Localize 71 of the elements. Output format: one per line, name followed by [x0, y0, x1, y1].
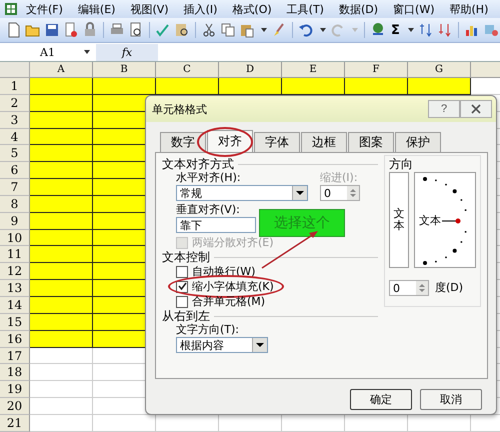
group-heading: 文本控制: [162, 248, 210, 266]
dropdown[interactable]: 靠下: [176, 217, 256, 233]
menu-item[interactable]: 格式(O): [224, 2, 279, 16]
row-header[interactable]: 8: [0, 196, 30, 213]
dropdown[interactable]: 根据内容: [176, 337, 268, 353]
checkbox-label: 两端分散对齐(E): [192, 235, 274, 250]
tab[interactable]: 图案: [348, 132, 394, 152]
tab[interactable]: 字体: [254, 132, 300, 152]
column-header[interactable]: D: [219, 62, 282, 78]
column-header[interactable]: A: [30, 62, 93, 78]
row-header[interactable]: 16: [0, 330, 30, 348]
tab[interactable]: 对齐: [207, 130, 253, 152]
orientation-dial[interactable]: 文本: [414, 172, 476, 268]
row-header[interactable]: 20: [0, 398, 30, 415]
cell-reference: A1: [39, 46, 55, 58]
help-button[interactable]: ?: [428, 100, 460, 118]
row-header[interactable]: 2: [0, 94, 30, 112]
row-header[interactable]: 18: [0, 364, 30, 382]
column-header[interactable]: F: [345, 62, 408, 78]
row-header[interactable]: 9: [0, 212, 30, 230]
ok-button[interactable]: 确定: [350, 389, 412, 410]
row-header[interactable]: 7: [0, 179, 30, 196]
row-header[interactable]: 13: [0, 280, 30, 297]
column-header[interactable]: B: [93, 62, 156, 78]
dial-text: 文本: [419, 213, 441, 228]
field-label: 缩进(I):: [320, 171, 359, 185]
checkbox-label: 合并单元格(M): [192, 294, 266, 309]
menu-item[interactable]: 帮助(H): [442, 2, 496, 16]
row-header[interactable]: 3: [0, 112, 30, 129]
row-header[interactable]: 10: [0, 230, 30, 246]
row-header[interactable]: 21: [0, 414, 30, 432]
autosum-button[interactable]: Σ: [389, 22, 402, 38]
field-label: 度(D): [435, 281, 464, 295]
row-header[interactable]: 1: [0, 78, 30, 95]
row-header[interactable]: 19: [0, 381, 30, 398]
row-header[interactable]: 5: [0, 145, 30, 162]
row-header[interactable]: 4: [0, 128, 30, 146]
tab[interactable]: 数字: [160, 132, 206, 152]
row-header[interactable]: 11: [0, 246, 30, 264]
column-header[interactable]: G: [408, 62, 471, 78]
group-heading: 文本对齐方式: [162, 156, 234, 172]
tab[interactable]: 保护: [395, 132, 441, 152]
field-label: 水平对齐(H):: [176, 171, 242, 185]
callout-label: 选择这个: [259, 209, 345, 237]
menu-item[interactable]: 数据(D): [330, 2, 386, 16]
cancel-button[interactable]: 取消: [420, 389, 482, 410]
row-header[interactable]: 15: [0, 314, 30, 331]
menu-item[interactable]: 编辑(E): [70, 2, 122, 16]
menu-item[interactable]: 工具(T): [278, 2, 331, 16]
column-header[interactable]: C: [156, 62, 219, 78]
field-label: 文字方向(T):: [176, 323, 240, 337]
field-label: 垂直对齐(V):: [176, 203, 241, 217]
dropdown[interactable]: 常规: [176, 185, 308, 201]
vertical-text-button[interactable]: 文本: [389, 172, 409, 268]
row-header[interactable]: 6: [0, 162, 30, 180]
row-header[interactable]: 17: [0, 348, 30, 364]
menu-item[interactable]: 文件(F): [18, 2, 70, 16]
menu-item[interactable]: 插入(I): [176, 2, 224, 16]
group-heading: 方向: [389, 156, 414, 172]
dialog-title: 单元格格式: [152, 102, 207, 116]
indent-spinner[interactable]: 0: [320, 185, 360, 201]
degrees-spinner[interactable]: 0: [389, 280, 429, 296]
tab[interactable]: 边框: [301, 132, 347, 152]
menu-item[interactable]: 窗口(W): [385, 2, 442, 16]
group-heading: 从右到左: [162, 308, 210, 324]
checkbox-label: 缩小字体填充(K): [192, 279, 274, 294]
row-header[interactable]: 14: [0, 296, 30, 314]
row-header[interactable]: 12: [0, 263, 30, 280]
menu-item[interactable]: 视图(V): [122, 2, 176, 16]
column-header[interactable]: E: [282, 62, 345, 78]
function-button[interactable]: fx: [96, 44, 158, 60]
